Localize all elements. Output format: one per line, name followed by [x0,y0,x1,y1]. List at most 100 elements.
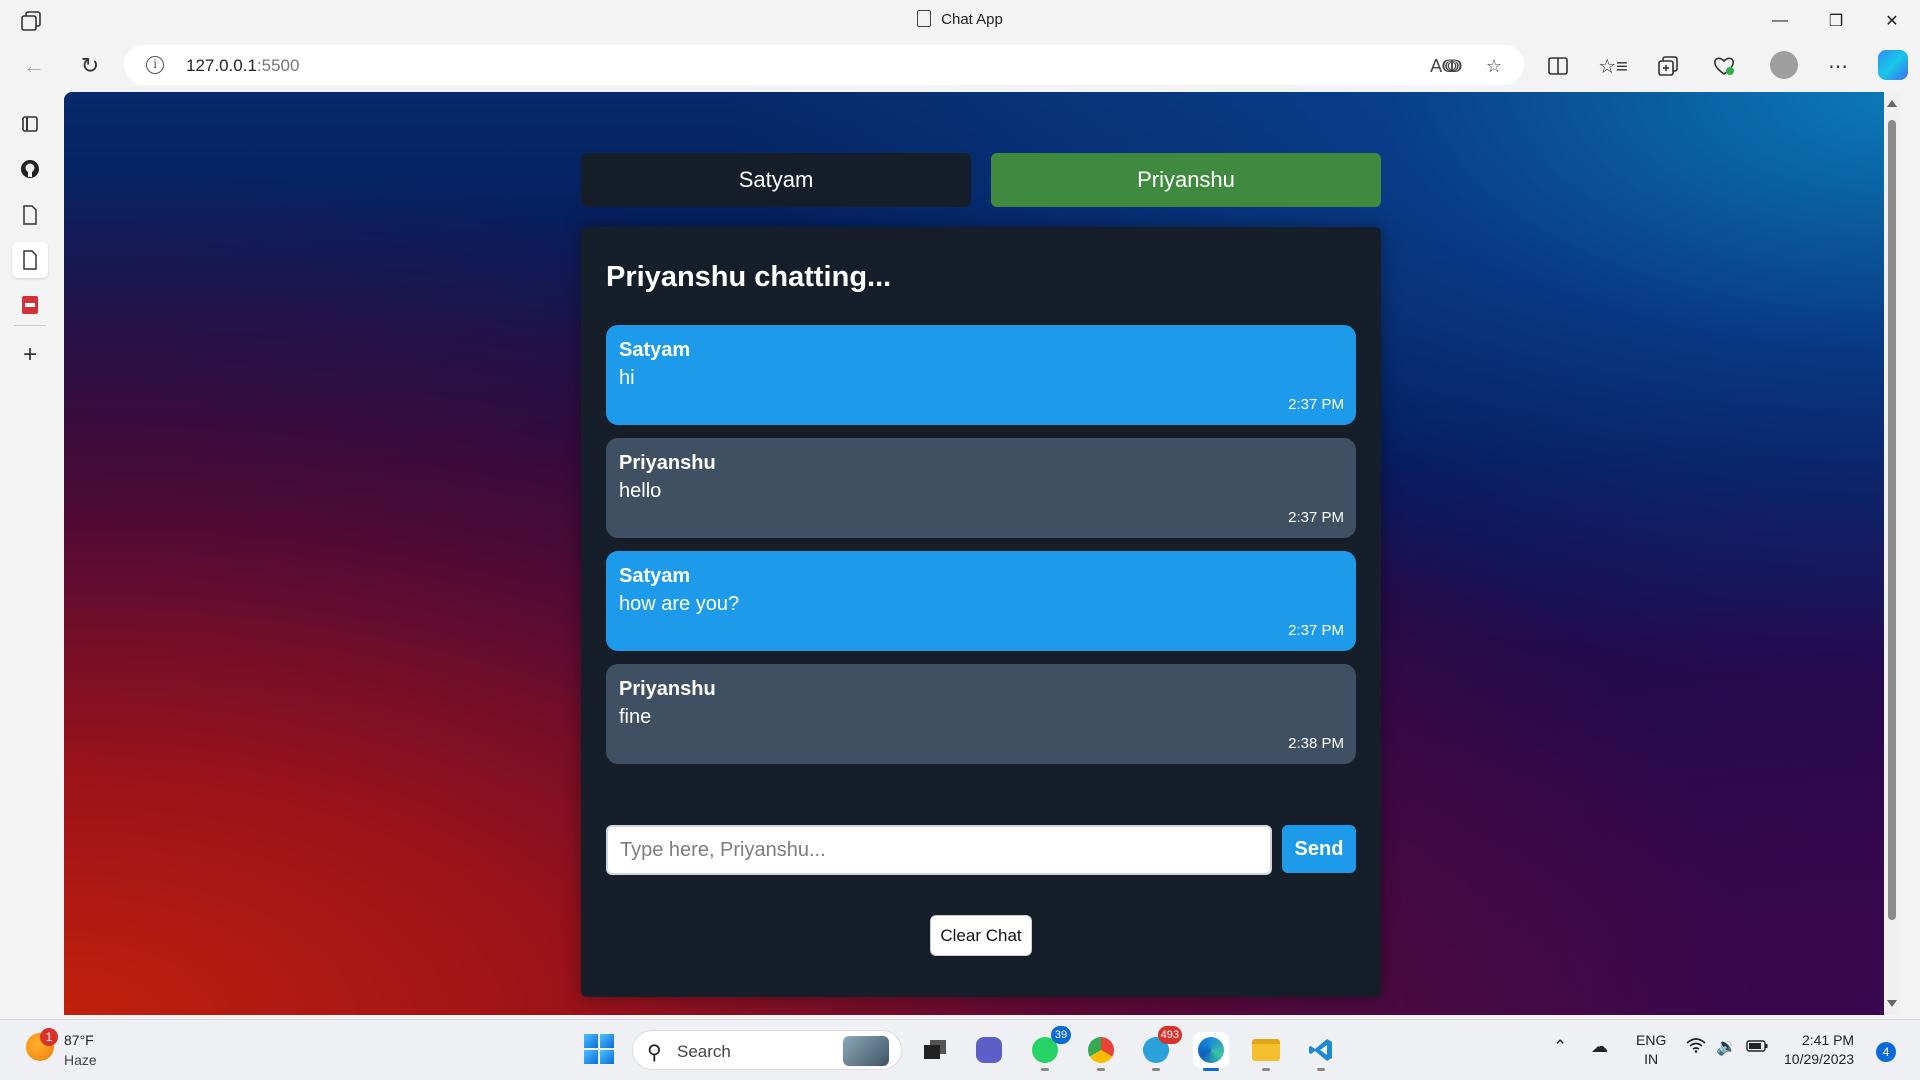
message-text: how are you? [619,593,740,615]
user-tab-priyanshu[interactable]: Priyanshu [991,153,1381,207]
collections-icon[interactable] [1652,50,1684,82]
back-button[interactable]: ← [18,50,50,82]
message-text: hello [619,480,662,502]
favorites-icon[interactable]: ☆≡ [1597,50,1629,82]
sidebar-divider [14,325,46,326]
region-code: IN [1644,1051,1659,1067]
scroll-down-icon[interactable] [1887,1000,1897,1007]
chat-heading: Priyanshu chatting... [606,261,892,293]
message-sender: Priyanshu [619,678,716,700]
window-title-text: Chat App [941,11,1003,28]
chrome-icon[interactable] [1083,1032,1119,1071]
taskbar: 1 87°F Haze ⚲ Search 39 493 ⌃ ☁ ENG IN 🔉… [0,1019,1920,1080]
system-clock[interactable]: 2:41 PM 10/29/2023 [1784,1031,1854,1069]
clear-chat-button[interactable]: Clear Chat [930,915,1032,956]
tab-actions-icon[interactable] [12,106,48,142]
notification-badge[interactable]: 4 [1876,1042,1896,1062]
message-bubble: Priyanshu hello 2:37 PM [606,438,1356,538]
browser-toolbar: ← ↻ i 127.0.0.1:5500 Aↈ ☆ ☆≡ ⋯ [0,41,1920,91]
browser-essentials-icon[interactable] [1708,50,1740,82]
chat-panel: Priyanshu chatting... Satyam hi 2:37 PM … [581,227,1381,997]
title-bar: Chat App — ❐ ✕ [0,0,1920,41]
search-label: Search [677,1042,731,1061]
file-explorer-icon[interactable] [1248,1032,1284,1071]
battery-icon[interactable] [1746,1037,1768,1057]
profile-icon[interactable] [1770,51,1798,79]
whatsapp-badge: 39 [1051,1026,1071,1044]
document-icon[interactable] [12,197,48,233]
telegram-icon[interactable]: 493 [1138,1026,1182,1071]
add-icon[interactable]: + [12,337,48,373]
clock-time: 2:41 PM [1801,1032,1855,1048]
whatsapp-icon[interactable]: 39 [1027,1026,1071,1071]
message-input[interactable] [606,825,1272,875]
message-bubble: Priyanshu fine 2:38 PM [606,664,1356,764]
close-button[interactable]: ✕ [1864,0,1920,41]
url-port: :5500 [256,56,300,75]
running-indicator [1317,1068,1325,1071]
copilot-icon[interactable] [1878,50,1908,80]
language-indicator[interactable]: ENG IN [1636,1031,1666,1069]
message-time: 2:37 PM [1288,622,1344,639]
pdf-icon[interactable] [12,287,48,323]
document-icon [917,10,932,27]
clock-date: 10/29/2023 [1784,1051,1855,1067]
language-code: ENG [1636,1032,1667,1048]
address-bar[interactable]: i 127.0.0.1:5500 Aↈ ☆ [124,45,1524,85]
read-aloud-icon[interactable]: Aↈ [1430,54,1462,78]
chevron-up-icon[interactable]: ⌃ [1553,1037,1567,1057]
message-sender: Satyam [619,339,691,361]
task-view-icon[interactable] [917,1032,953,1068]
message-bubble: Satyam hi 2:37 PM [606,325,1356,425]
url-text[interactable]: 127.0.0.1:5500 [186,56,299,76]
page-scrollbar[interactable] [1884,92,1900,1015]
back-icon: ← [23,53,45,78]
running-indicator [1097,1068,1105,1071]
search-icon: ⚲ [647,1042,662,1064]
volume-icon[interactable]: 🔉 [1716,1037,1737,1057]
start-icon[interactable] [584,1034,614,1064]
message-time: 2:37 PM [1288,396,1344,413]
message-sender: Priyanshu [619,452,716,474]
wifi-icon[interactable] [1686,1037,1706,1058]
weather-desc[interactable]: Haze [64,1052,97,1068]
edge-icon[interactable] [1193,1032,1229,1071]
user-tab-satyam[interactable]: Satyam [581,153,971,207]
message-bubble: Satyam how are you? 2:37 PM [606,551,1356,651]
more-icon[interactable]: ⋯ [1822,50,1854,82]
message-text: fine [619,706,652,728]
document-icon[interactable] [12,242,48,278]
github-icon[interactable] [12,151,48,187]
message-sender: Satyam [619,565,691,587]
teams-chat-icon[interactable] [971,1032,1007,1068]
vscode-icon[interactable] [1303,1032,1339,1071]
send-button[interactable]: Send [1282,825,1356,873]
taskbar-search[interactable]: ⚲ Search [632,1030,902,1070]
scroll-thumb[interactable] [1888,120,1896,920]
running-indicator [1152,1068,1160,1071]
favorite-star-icon[interactable]: ☆ [1482,54,1506,78]
onedrive-icon[interactable]: ☁ [1591,1037,1608,1057]
minimize-button[interactable]: — [1752,0,1808,41]
browser-sidebar: + [0,91,64,1019]
message-text: hi [619,367,635,389]
running-indicator [1203,1068,1219,1071]
close-icon: ✕ [1885,12,1899,30]
url-host: 127.0.0.1 [186,56,257,75]
refresh-icon: ↻ [80,53,100,78]
weather-temp[interactable]: 87°F [64,1032,94,1048]
info-icon[interactable]: i [146,56,164,74]
running-indicator [1262,1068,1270,1071]
refresh-button[interactable]: ↻ [74,50,106,82]
window-title: Chat App [0,10,1920,28]
message-time: 2:38 PM [1288,735,1344,752]
running-indicator [1041,1068,1049,1071]
restore-button[interactable]: ❐ [1808,0,1864,41]
split-screen-icon[interactable] [1542,50,1574,82]
right-gutter [1900,92,1920,1015]
minimize-icon: — [1772,11,1788,29]
scroll-up-icon[interactable] [1887,100,1897,107]
telegram-badge: 493 [1157,1026,1182,1044]
restore-icon: ❐ [1828,12,1844,30]
weather-badge: 1 [40,1028,58,1046]
